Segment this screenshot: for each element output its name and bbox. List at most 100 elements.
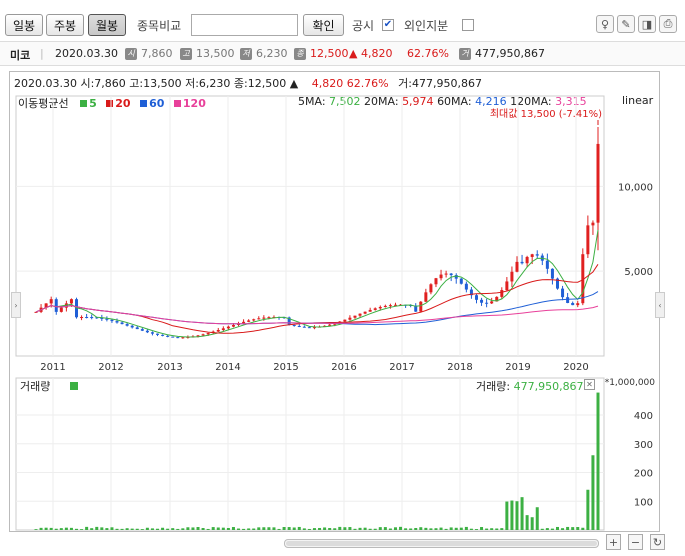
volume-bar — [272, 527, 276, 530]
candle-body — [292, 324, 296, 326]
candle-body — [353, 315, 357, 318]
candle-body — [449, 273, 453, 276]
candle-body — [434, 278, 438, 285]
volume-bar — [550, 528, 554, 530]
y-tick-label: 5,000 — [624, 267, 653, 278]
price-chart[interactable]: 2011 2012 2013 2014 2015 2016 2017 2018 2019 2020… — [0, 0, 685, 556]
volume-bar — [166, 528, 170, 530]
candle-body — [576, 303, 580, 306]
volume-bar — [444, 528, 448, 530]
candle-body — [424, 292, 428, 302]
volume-bar — [226, 527, 230, 530]
candle-body — [474, 295, 478, 300]
candle-body — [348, 317, 352, 320]
volume-bar — [393, 527, 397, 530]
volume-bar — [64, 527, 68, 530]
candle-body — [140, 329, 144, 331]
x-tick-label: 2018 — [447, 362, 472, 373]
volume-bar — [115, 528, 119, 530]
scroll-thumb[interactable] — [286, 541, 597, 546]
candle-body — [505, 281, 509, 291]
candle-body — [181, 337, 185, 339]
volume-bar — [520, 497, 524, 530]
candle-body — [297, 325, 301, 327]
volume-bar — [135, 528, 139, 530]
volume-tick-label: 100 — [634, 497, 653, 508]
candle-body — [120, 322, 124, 325]
candle-body — [535, 254, 539, 256]
volume-readout: 거래량: 477,950,867 — [476, 378, 584, 394]
volume-bar — [297, 526, 301, 530]
volume-bar — [515, 501, 519, 530]
x-tick-label: 2011 — [40, 362, 65, 373]
volume-bar — [201, 528, 205, 530]
volume-bar — [95, 526, 99, 530]
candle-body — [247, 320, 251, 322]
x-tick-label: 2019 — [505, 362, 530, 373]
time-scrollbar[interactable] — [284, 539, 599, 548]
volume-bar — [75, 528, 79, 530]
volume-bar — [429, 528, 433, 530]
candle-body — [439, 274, 443, 279]
candle-body — [388, 305, 392, 307]
volume-bar — [323, 527, 327, 530]
candle-body — [343, 319, 347, 322]
candle-body — [171, 336, 175, 338]
volume-bar — [145, 527, 149, 530]
candle-body — [419, 301, 423, 312]
candle-body — [161, 334, 165, 336]
volume-bar — [302, 528, 306, 530]
volume-bar — [343, 527, 347, 530]
volume-bar — [459, 527, 463, 530]
candle-body — [328, 324, 332, 326]
right-collapse-handle[interactable]: ‹ — [655, 292, 665, 318]
volume-bar — [186, 527, 190, 530]
candle-body — [596, 143, 600, 223]
volume-bar — [312, 528, 316, 530]
x-tick-label: 2020 — [563, 362, 588, 373]
volume-bar — [231, 527, 235, 530]
volume-bar — [161, 527, 165, 530]
volume-bar — [196, 527, 200, 530]
candle-body — [135, 327, 139, 330]
volume-bar — [348, 527, 352, 530]
volume-tick-label: 400 — [634, 411, 653, 422]
volume-bar — [328, 527, 332, 530]
volume-bar — [353, 528, 357, 530]
volume-bar — [419, 527, 423, 530]
volume-bar — [449, 527, 453, 530]
left-collapse-handle[interactable]: › — [11, 292, 21, 318]
y-tick-label: 10,000 — [618, 182, 653, 193]
x-tick-label: 2014 — [215, 362, 240, 373]
candle-body — [510, 271, 514, 282]
x-tick-label: 2017 — [389, 362, 414, 373]
volume-bar — [469, 528, 473, 530]
zoom-out-button[interactable]: − — [628, 534, 643, 550]
price-panel — [15, 95, 605, 357]
volume-bar — [388, 528, 392, 530]
volume-bar — [181, 528, 185, 530]
candle-body — [515, 261, 519, 272]
volume-bar — [561, 528, 565, 530]
volume-bar — [262, 527, 266, 530]
zoom-in-button[interactable]: + — [606, 534, 621, 550]
candle-body — [550, 268, 554, 279]
candle-body — [176, 337, 180, 339]
candle-body — [464, 283, 468, 290]
volume-bar — [171, 528, 175, 530]
volume-bar — [130, 528, 134, 530]
volume-close-icon[interactable]: ✕ — [584, 379, 595, 390]
volume-bar — [363, 527, 367, 530]
candle-body — [252, 319, 256, 321]
volume-bar — [191, 527, 195, 530]
volume-bar — [176, 528, 180, 530]
volume-bar — [545, 528, 549, 530]
candle-body — [216, 330, 220, 332]
volume-bar — [480, 527, 484, 530]
candle-body — [520, 261, 524, 264]
x-tick-label: 2012 — [98, 362, 123, 373]
volume-bar — [424, 527, 428, 530]
refresh-button[interactable]: ↻ — [650, 534, 665, 550]
candle-body — [480, 299, 484, 303]
volume-bar — [434, 528, 438, 530]
